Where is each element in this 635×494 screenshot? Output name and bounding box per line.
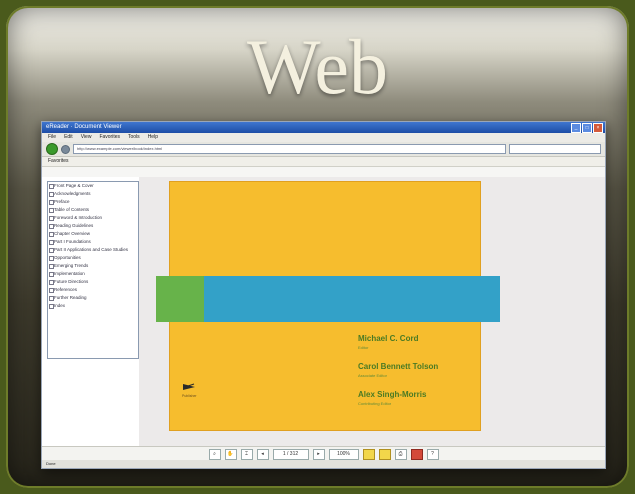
document-viewer: Michael C. Cord Editor Carol Bennett Tol… [139, 177, 605, 446]
toc-item[interactable]: Index [48, 302, 138, 310]
menu-file[interactable]: File [48, 133, 56, 142]
minimize-button[interactable]: _ [571, 123, 581, 133]
page-content: Front Page & Cover Acknowledgments Prefa… [42, 177, 605, 446]
toc-item[interactable]: Opportunities [48, 254, 138, 262]
window-titlebar: eReader · Document Viewer _ □ × [42, 122, 605, 133]
book-cover-page: Michael C. Cord Editor Carol Bennett Tol… [156, 181, 500, 431]
cover-band-blue [204, 276, 500, 322]
author-name: Michael C. Cord [358, 334, 419, 343]
toc-item[interactable]: Implementation [48, 270, 138, 278]
close-button[interactable]: × [593, 123, 603, 133]
author-affiliation: Editor [358, 345, 369, 350]
toc-item[interactable]: Future Directions [48, 278, 138, 286]
publisher-logo-icon [183, 383, 195, 390]
toc-item[interactable]: Emerging Trends [48, 262, 138, 270]
toc-item[interactable]: Further Reading [48, 294, 138, 302]
toc-item[interactable]: Foreword & Introduction [48, 214, 138, 222]
menu-view[interactable]: View [81, 133, 92, 142]
author-name: Alex Singh-Morris [358, 390, 427, 399]
toc-item[interactable]: Front Page & Cover [48, 182, 138, 190]
url-field[interactable]: http://www.example.com/viewer/book/index… [73, 144, 506, 154]
prev-page-icon[interactable]: ◂ [256, 448, 269, 460]
hand-tool-icon[interactable]: ✋ [224, 448, 237, 460]
publisher-name: Publisher [182, 394, 197, 398]
menu-edit[interactable]: Edit [64, 133, 73, 142]
author-name: Carol Bennett Tolson [358, 362, 439, 371]
status-bar: Done [42, 460, 605, 468]
forward-icon[interactable] [61, 144, 70, 154]
menu-tools[interactable]: Tools [128, 133, 140, 142]
search-input[interactable] [509, 144, 601, 154]
toc-item[interactable]: Chapter Overview [48, 230, 138, 238]
menu-favorites[interactable]: Favorites [99, 133, 120, 142]
browser-window: eReader · Document Viewer _ □ × File Edi… [41, 121, 606, 469]
viewer-toolbar: ⌕ ✋ ⌶ ◂ 1 / 312 ▸ 100% ⎙ ? [42, 446, 605, 461]
print-icon[interactable]: ⎙ [394, 448, 407, 460]
highlight-icon[interactable] [378, 448, 391, 460]
toc-item[interactable]: Part II Applications and Case Studies [48, 246, 138, 254]
heading-title: Web [247, 23, 388, 110]
favorites-bar: Favorites [42, 157, 605, 167]
page-number-field[interactable]: 1 / 312 [272, 448, 309, 460]
toc-item[interactable]: Part I Foundations [48, 238, 138, 246]
favorites-link[interactable]: Favorites [48, 158, 69, 164]
toc-item[interactable]: Reading Guidelines [48, 222, 138, 230]
zoom-icon[interactable]: ⌕ [208, 448, 221, 460]
address-bar: http://www.example.com/viewer/book/index… [42, 142, 605, 157]
toc-item[interactable]: References [48, 286, 138, 294]
window-title: eReader · Document Viewer [46, 124, 122, 130]
toc-item[interactable]: Table of Contents [48, 206, 138, 214]
cover-band-green [156, 276, 204, 322]
next-page-icon[interactable]: ▸ [312, 448, 325, 460]
maximize-button[interactable]: □ [582, 123, 592, 133]
back-icon[interactable] [46, 143, 58, 155]
note-icon[interactable] [362, 448, 375, 460]
toc-item[interactable]: Acknowledgments [48, 190, 138, 198]
help-icon[interactable]: ? [426, 448, 439, 460]
menu-help[interactable]: Help [148, 133, 158, 142]
author-affiliation: Contributing Editor [358, 401, 392, 406]
author-affiliation: Associate Editor [358, 373, 387, 378]
menu-bar: File Edit View Favorites Tools Help [42, 133, 605, 142]
bookmark-icon[interactable] [410, 448, 423, 460]
toc-item[interactable]: Preface [48, 198, 138, 206]
select-tool-icon[interactable]: ⌶ [240, 448, 253, 460]
toc-sidebar: Front Page & Cover Acknowledgments Prefa… [47, 181, 139, 359]
zoom-level-field[interactable]: 100% [328, 448, 359, 460]
